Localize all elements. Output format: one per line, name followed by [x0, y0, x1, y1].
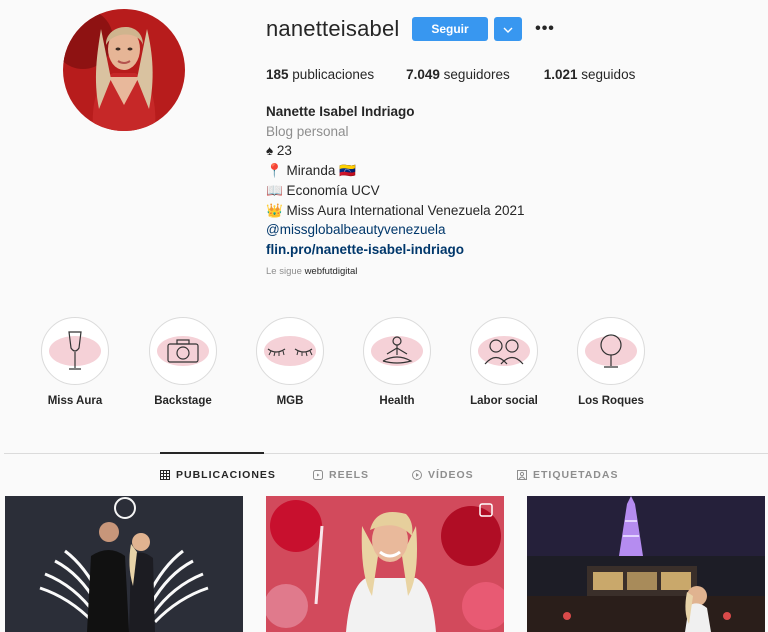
highlight-health[interactable]: Health: [347, 317, 447, 407]
followed-by-user[interactable]: webfutdigital: [305, 266, 358, 277]
highlight-labor-social[interactable]: Labor social: [454, 317, 554, 407]
profile-username: nanetteisabel: [266, 16, 400, 41]
profile-avatar[interactable]: [63, 9, 185, 131]
highlight-miss-aura[interactable]: Miss Aura: [25, 317, 125, 407]
suggested-accounts-button[interactable]: [494, 17, 522, 41]
category-label: Blog personal: [266, 123, 349, 139]
posts-count: 185 publicaciones: [266, 67, 375, 82]
highlight-mgb[interactable]: MGB: [240, 317, 340, 407]
eyelashes-icon: [267, 348, 313, 357]
tabs-divider: [4, 453, 768, 454]
post-thumbnail[interactable]: [527, 496, 765, 632]
camera-icon: [167, 339, 199, 363]
tag-icon: [517, 470, 527, 480]
tab-etiquetadas[interactable]: ETIQUETADAS: [517, 469, 618, 481]
tab-reels[interactable]: REELS: [313, 469, 369, 481]
followers-count[interactable]: 7.049 seguidores: [406, 67, 510, 82]
follow-button[interactable]: Seguir: [412, 17, 488, 41]
mirror-icon: [600, 334, 622, 368]
tab-publicaciones[interactable]: PUBLICACIONES: [160, 469, 276, 481]
bio-line: 📖 Economía UCV: [266, 182, 380, 198]
following-count[interactable]: 1.021 seguidos: [544, 67, 636, 82]
active-tab-indicator: [160, 452, 264, 454]
champagne-glass-icon: [68, 331, 82, 370]
chevron-down-icon: [503, 20, 513, 38]
bio-line: 👑 Miss Aura International Venezuela 2021: [266, 202, 525, 218]
people-icon: [484, 339, 524, 365]
meditation-icon: [382, 336, 413, 364]
post-thumbnail[interactable]: [266, 496, 504, 632]
post-thumbnail[interactable]: [5, 496, 243, 632]
bio-line: ♠ 23: [266, 143, 292, 159]
bio-website-link[interactable]: flin.pro/nanette-isabel-indriago: [266, 240, 524, 260]
tab-videos[interactable]: VÍDEOS: [412, 469, 474, 481]
highlight-backstage[interactable]: Backstage: [133, 317, 233, 407]
grid-icon: [160, 470, 170, 480]
bio-line: 📍 Miranda 🇻🇪: [266, 163, 356, 179]
reels-icon: [313, 470, 323, 480]
play-icon: [412, 470, 422, 480]
profile-stats: 185 publicaciones 7.049 seguidores 1.021…: [266, 67, 667, 82]
profile-bio: Nanette Isabel Indriago Blog personal ♠ …: [266, 102, 524, 260]
highlight-los-roques[interactable]: Los Roques: [561, 317, 661, 407]
bio-mention-link[interactable]: @missglobalbeautyvenezuela: [266, 220, 524, 240]
more-options-icon[interactable]: •••: [534, 18, 556, 40]
followed-by: Le sigue webfutdigital: [266, 266, 358, 277]
full-name: Nanette Isabel Indriago: [266, 104, 415, 119]
